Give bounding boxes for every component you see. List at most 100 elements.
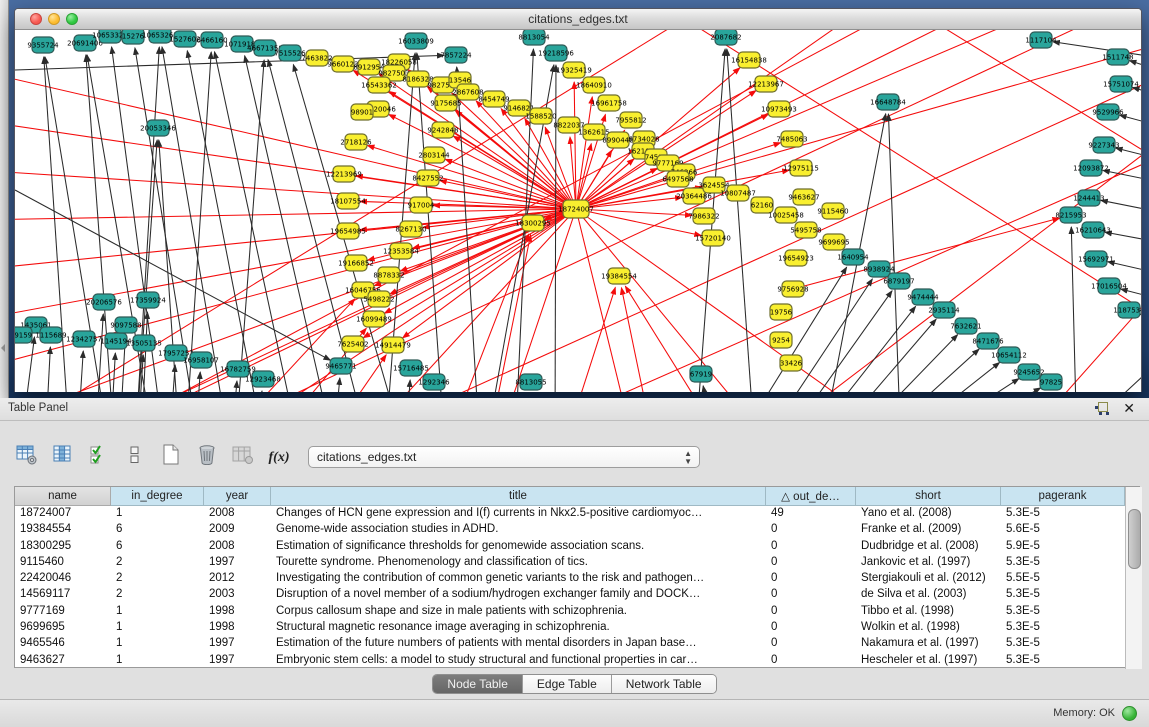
graph-node[interactable]: 917004 [408,197,435,213]
graph-node[interactable]: 1187534 [1113,302,1141,318]
graph-node[interactable]: 5495758 [790,222,821,238]
graph-node[interactable]: 9355724 [27,37,59,53]
graph-node[interactable]: 8215953 [1055,207,1086,223]
graph-node[interactable]: 15716485 [393,360,429,376]
table-row[interactable]: 1830029562008Estimation of significance … [15,539,1125,555]
graph-node[interactable]: 8813054 [518,30,550,45]
network-canvas[interactable]: 1872400796601238912954182260589827503165… [15,30,1141,392]
rows-button[interactable] [122,444,148,470]
graph-node[interactable]: 7955812 [615,112,646,128]
graph-node[interactable]: 7986322 [688,208,719,224]
graph-node[interactable]: 67919 [690,366,712,382]
graph-node[interactable]: 19218596 [538,45,574,61]
network-view-window[interactable]: citations_edges.txt 18724007966012389129… [14,8,1142,392]
graph-node[interactable]: 12093872 [1073,160,1109,176]
graph-node[interactable]: 16099489 [356,311,392,327]
show-columns-button[interactable] [50,444,76,470]
column-header-title[interactable]: title [271,487,766,506]
graph-node[interactable]: 9242848 [427,122,458,138]
new-column-button[interactable] [158,444,184,470]
graph-node[interactable]: 12213969 [326,166,362,182]
float-window-icon[interactable] [1095,402,1109,415]
graph-node[interactable]: 17359924 [130,292,166,308]
table-row[interactable]: 969969511998Structural magnetic resonanc… [15,620,1125,636]
graph-node[interactable]: 6879197 [883,273,914,289]
graph-node[interactable]: 16210643 [1075,222,1111,238]
graph-node[interactable]: 8427552 [412,170,443,186]
graph-node[interactable]: 20053346 [140,120,176,136]
graph-node[interactable]: 9465771 [325,358,356,374]
graph-node[interactable]: 2935114 [928,302,960,318]
graph-node[interactable]: 1292346 [418,374,450,390]
graph-node[interactable]: 1511748 [1102,49,1133,65]
graph-node[interactable]: 8813055 [515,374,546,390]
graph-node[interactable]: 1115689 [35,327,66,343]
scrollbar-thumb[interactable] [1128,509,1141,569]
graph-node[interactable]: 15692971 [1078,251,1114,267]
panel-latch-icon[interactable] [1,344,5,352]
graph-node[interactable]: 9529966 [1092,104,1124,120]
graph-node[interactable]: 9175685 [430,95,461,111]
graph-node[interactable]: 97825 [1040,374,1062,390]
graph-node[interactable]: 18724007 [558,200,594,218]
close-panel-icon[interactable]: ✕ [1123,400,1135,417]
graph-node[interactable]: 8878332 [373,267,404,283]
column-header-out_degree[interactable]: △ out_de… [766,487,856,506]
graph-node[interactable]: 19166852 [338,255,374,271]
graph-node[interactable]: 6497568 [662,171,693,187]
table-row[interactable]: 1456911722003Disruption of a novel membe… [15,587,1125,603]
delete-column-button[interactable] [194,444,220,470]
graph-node[interactable]: 6466160 [196,32,227,48]
graph-node[interactable]: 18640910 [576,77,612,93]
graph-node[interactable]: 1640954 [837,249,869,265]
table-row[interactable]: 946362711997Embryonic stem cells: a mode… [15,653,1125,669]
tab-edge-table[interactable]: Edge Table [523,675,612,693]
graph-node[interactable]: 1244413 [1073,190,1104,206]
graph-node[interactable]: 2087682 [710,30,741,45]
graph-node[interactable]: 39159 [15,327,32,343]
graph-node[interactable]: 7625402 [337,336,368,352]
table-row[interactable]: 2242004622012Investigating the contribut… [15,571,1125,587]
table-row[interactable]: 1872400712008Changes of HCN gene express… [15,506,1125,522]
graph-node[interactable]: 19654923 [778,250,814,266]
graph-node[interactable]: 16961758 [591,95,627,111]
graph-node[interactable]: 20206576 [86,294,122,310]
tab-node-table[interactable]: Node Table [433,675,523,693]
graph-node[interactable]: 5498222 [363,291,394,307]
graph-node[interactable]: 2718126 [340,134,372,150]
graph-node[interactable]: 1117104 [1025,32,1057,48]
column-header-in_degree[interactable]: in_degree [111,487,204,506]
graph-node[interactable]: 19654985 [330,223,366,239]
graph-node[interactable]: 16033809 [398,33,434,49]
graph-node[interactable]: 10654112 [991,347,1027,363]
import-table-button[interactable] [230,444,256,470]
table-settings-button[interactable] [14,444,40,470]
table-row[interactable]: 946554611997Estimation of the future num… [15,636,1125,652]
memory-status-indicator-icon[interactable] [1122,706,1137,721]
graph-node[interactable]: 9115460 [817,203,848,219]
graph-node[interactable]: 16648784 [870,94,906,110]
graph-node[interactable]: 12353584 [383,243,419,259]
graph-node[interactable]: 33426 [780,355,803,371]
select-all-button[interactable] [86,444,112,470]
table-header-row[interactable]: namein_degreeyeartitle△ out_de…shortpage… [15,487,1125,506]
graph-node[interactable]: 7632621 [950,318,981,334]
graph-node[interactable]: 19756 [770,304,793,320]
graph-node[interactable]: 8471676 [972,333,1004,349]
graph-node[interactable]: 15751074 [1103,76,1139,92]
table-vertical-scrollbar[interactable] [1125,487,1142,669]
graph-node[interactable]: 9699695 [818,234,849,250]
table-panel-titlebar[interactable]: Table Panel ✕ [0,398,1149,421]
graph-node[interactable]: 7857224 [440,47,472,63]
graph-node[interactable]: 9463627 [788,189,819,205]
graph-node[interactable]: 9097588 [110,317,141,333]
table-row[interactable]: 911546021997Tourette syndrome. Phenomeno… [15,555,1125,571]
citation-network-graph[interactable]: 1872400796601238912954182260589827503165… [15,30,1141,392]
network-window-titlebar[interactable]: citations_edges.txt [15,9,1141,30]
graph-node[interactable]: 7463822 [301,50,332,66]
table-row[interactable]: 1938455462009Genome-wide association stu… [15,522,1125,538]
column-header-pagerank[interactable]: pagerank [1001,487,1125,506]
tab-network-table[interactable]: Network Table [612,675,716,693]
fx-button[interactable]: f(x) [266,444,292,470]
graph-node[interactable]: 9227343 [1088,137,1119,153]
